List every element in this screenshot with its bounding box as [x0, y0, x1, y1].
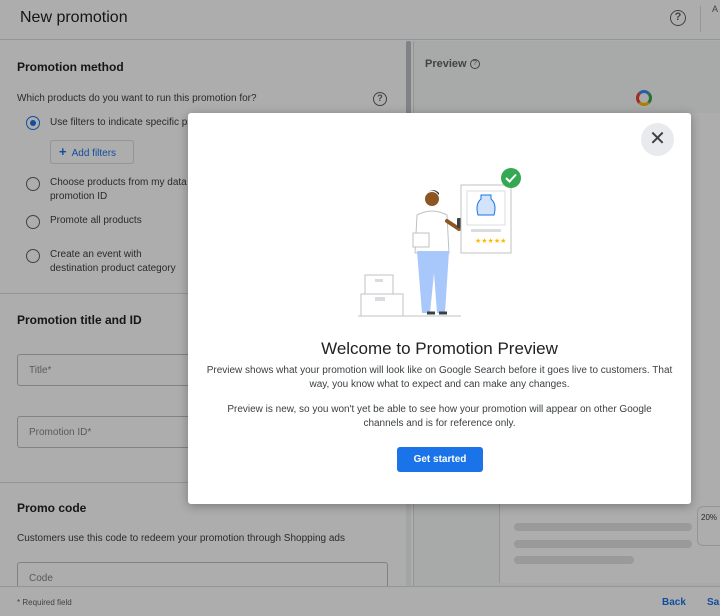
- promotion-preview-illustration: ★★★★★: [358, 168, 521, 317]
- product-card: ★★★★★: [460, 184, 512, 254]
- get-started-button[interactable]: Get started: [397, 447, 483, 472]
- dialog-paragraph-2: Preview is new, so you won't yet be able…: [227, 404, 652, 429]
- welcome-dialog: ✕ ★★★★★ Welcome to Promotion Preview Pre…: [188, 113, 691, 504]
- close-icon[interactable]: ✕: [641, 123, 674, 156]
- rating-stars: ★★★★★: [475, 237, 506, 245]
- dialog-paragraph-1: Preview shows what your promotion will l…: [206, 365, 673, 390]
- dialog-title: Welcome to Promotion Preview: [321, 339, 558, 358]
- box-stack-icon: [360, 274, 404, 317]
- person-figure: [412, 189, 463, 315]
- check-badge-icon: [501, 168, 521, 188]
